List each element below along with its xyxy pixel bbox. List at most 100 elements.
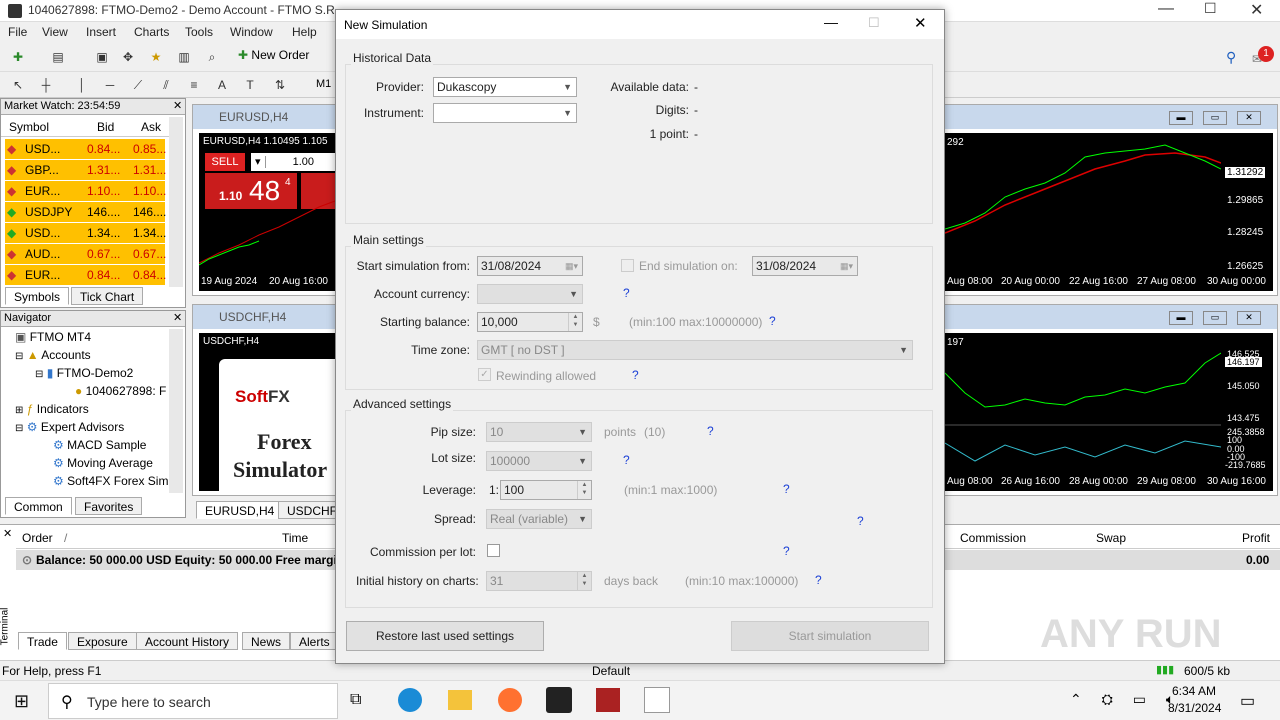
provider-select[interactable]: Dukascopy ▼ <box>433 77 577 97</box>
tab-favorites[interactable]: Favorites <box>75 497 143 515</box>
file-explorer-icon[interactable] <box>448 690 472 710</box>
timeframe-m1[interactable]: M1 <box>316 78 331 90</box>
metatrader-icon[interactable] <box>546 687 572 713</box>
winrar-icon[interactable] <box>596 688 620 712</box>
task-view-icon[interactable]: ⧉ <box>350 691 361 709</box>
lot-input[interactable]: ▾ 1.00 <box>251 153 335 171</box>
leverage-input[interactable]: 100 ▲ ▼ <box>500 480 592 500</box>
tab-symbols[interactable]: Symbols <box>5 287 70 305</box>
nav-experts[interactable]: ⊟ ⚙ Expert Advisors <box>15 420 124 434</box>
menu-insert[interactable]: Insert <box>86 25 116 39</box>
market-row[interactable]: ◆ USDJPY 146.... 146.... <box>5 202 166 222</box>
commission-help[interactable]: ? <box>783 544 790 558</box>
market-row[interactable]: ◆ USD... 0.84... 0.85... <box>5 139 166 159</box>
currency-help[interactable]: ? <box>623 286 630 300</box>
spread-help[interactable]: ? <box>857 514 864 528</box>
menu-help[interactable]: Help <box>292 25 317 39</box>
terminal-icon[interactable]: ▥ <box>174 47 194 67</box>
tab-account-history[interactable]: Account History <box>136 632 239 650</box>
label-icon[interactable]: T <box>240 75 260 95</box>
firefox-icon[interactable] <box>498 688 522 712</box>
leverage-help[interactable]: ? <box>783 482 790 496</box>
col-swap[interactable]: Swap <box>1096 531 1126 545</box>
chart-minimize-icon[interactable]: ▬ <box>1169 111 1193 125</box>
market-row[interactable]: ◆ AUD... 0.67... 0.67... <box>5 244 166 264</box>
rewind-help[interactable]: ? <box>632 368 639 382</box>
history-help[interactable]: ? <box>815 573 822 587</box>
market-row[interactable]: ◆ EUR... 0.84... 0.84... <box>5 265 166 285</box>
market-watch-scrollbar[interactable] <box>169 117 183 287</box>
chart-close-icon[interactable]: ✕ <box>1237 111 1261 125</box>
profiles-icon[interactable]: ▤ <box>48 47 68 67</box>
balance-help[interactable]: ? <box>769 314 776 328</box>
nav-ea-soft4fx[interactable]: ⚙ Soft4FX Forex Sim <box>53 474 169 488</box>
fibonacci-icon[interactable]: ≡ <box>184 75 204 95</box>
tab-tick-chart[interactable]: Tick Chart <box>71 287 144 305</box>
menu-tools[interactable]: Tools <box>185 25 213 39</box>
minimize-icon[interactable]: — <box>1158 0 1174 18</box>
menu-file[interactable]: File <box>8 25 27 39</box>
maximize-icon[interactable]: ☐ <box>1204 0 1217 17</box>
end-date-picker[interactable]: 31/08/2024 ▦▾ <box>752 256 858 276</box>
balance-input[interactable]: 10,000 ▲ ▼ <box>477 312 583 332</box>
data-window-icon[interactable]: ✥ <box>118 47 138 67</box>
crosshair-icon[interactable]: ┼ <box>36 75 56 95</box>
spread-select[interactable]: Real (variable) ▼ <box>486 509 592 529</box>
tab-alerts[interactable]: Alerts <box>290 632 339 650</box>
restore-settings-button[interactable]: Restore last used settings <box>346 621 544 651</box>
rewind-checkbox[interactable]: ✓ <box>478 368 491 381</box>
terminal-close-icon[interactable]: ✕ <box>3 527 12 540</box>
menu-view[interactable]: View <box>42 25 68 39</box>
commission-checkbox[interactable] <box>487 544 500 557</box>
dialog-minimize-icon[interactable]: — <box>824 14 838 30</box>
col-time[interactable]: Time <box>282 531 308 545</box>
dialog-close-icon[interactable]: ✕ <box>914 14 927 32</box>
text-icon[interactable]: A <box>212 75 232 95</box>
nav-indicators[interactable]: ⊞ ƒ Indicators <box>15 402 89 416</box>
simulator-taskbar-icon[interactable] <box>644 687 670 713</box>
currency-select[interactable]: ▼ <box>477 284 583 304</box>
nav-ea-macd[interactable]: ⚙ MACD Sample <box>53 438 146 452</box>
pip-help[interactable]: ? <box>707 424 714 438</box>
spinner-icon[interactable]: ▲ ▼ <box>568 313 582 331</box>
horizontal-line-icon[interactable]: ─ <box>100 75 120 95</box>
tab-chart-eurusd[interactable]: EURUSD,H4 <box>196 501 284 519</box>
nav-root[interactable]: ▣ FTMO MT4 <box>15 330 91 344</box>
cursor-icon[interactable]: ↖ <box>8 75 28 95</box>
timezone-select[interactable]: GMT [ no DST ] ▼ <box>477 340 913 360</box>
start-simulation-button[interactable]: Start simulation <box>731 621 929 651</box>
new-chart-icon[interactable]: ✚ <box>8 47 28 67</box>
lot-select[interactable]: 100000 ▼ <box>486 451 592 471</box>
nav-accounts[interactable]: ⊟ ▲ Accounts <box>15 348 91 362</box>
channel-icon[interactable]: ⫽ <box>156 75 176 95</box>
spinner-icon[interactable]: ▲ ▼ <box>577 481 591 499</box>
col-commission[interactable]: Commission <box>960 531 1026 545</box>
chart-close-icon[interactable]: ✕ <box>1237 311 1261 325</box>
clock-time[interactable]: 6:34 AM <box>1172 684 1216 698</box>
market-watch-icon[interactable]: ▣ <box>92 47 112 67</box>
market-row[interactable]: ◆ EUR... 1.10... 1.10... <box>5 181 166 201</box>
chart-area-usdchf-right[interactable]: 197 146.525 146.197 145.050 143.475 245.… <box>945 333 1273 491</box>
tab-trade[interactable]: Trade <box>18 632 67 650</box>
chart-area-eurusd[interactable]: EURUSD,H4 1.10495 1.105 SELL ▾ 1.00 1.10… <box>199 133 335 291</box>
new-order-button[interactable]: ✚ New Order <box>238 48 309 68</box>
nav-ea-ma[interactable]: ⚙ Moving Average <box>53 456 153 470</box>
sell-button[interactable]: SELL <box>205 153 245 171</box>
start-icon[interactable]: ⊞ <box>14 691 29 712</box>
vertical-line-icon[interactable]: │ <box>72 75 92 95</box>
nav-account[interactable]: ● 1040627898: F <box>75 384 166 398</box>
navigator-icon[interactable]: ★ <box>146 47 166 67</box>
close-icon[interactable]: ✕ <box>1250 0 1263 20</box>
navigator-close-icon[interactable]: ✕ <box>173 311 182 324</box>
tester-icon[interactable]: ⌕ <box>202 47 222 67</box>
end-date-checkbox[interactable] <box>621 259 634 272</box>
tab-common[interactable]: Common <box>5 497 72 515</box>
market-watch-close-icon[interactable]: ✕ <box>173 99 182 112</box>
tab-news[interactable]: News <box>242 632 291 650</box>
taskbar-search[interactable]: ⚲ Type here to search <box>48 683 338 719</box>
lot-help[interactable]: ? <box>623 453 630 467</box>
col-bid[interactable]: Bid <box>97 120 114 134</box>
tab-exposure[interactable]: Exposure <box>68 632 137 650</box>
menu-window[interactable]: Window <box>230 25 273 39</box>
spinner-icon[interactable]: ▲ ▼ <box>577 572 591 590</box>
